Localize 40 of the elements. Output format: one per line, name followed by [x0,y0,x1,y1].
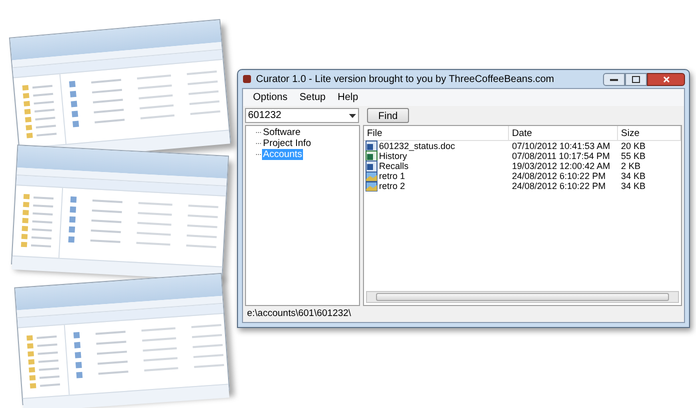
image-icon [365,170,378,182]
status-path: e:\accounts\601\601232\ [247,306,352,321]
date-cell-text: 24/08/2012 6:10:22 PM [511,171,607,181]
file-name: retro 1 [379,171,406,181]
document-icon [365,160,378,172]
size-cell-text: 20 KB [620,141,647,151]
file-name: Recalls [379,161,409,171]
date-cell-text: 24/08/2012 6:10:22 PM [511,181,607,191]
column-header[interactable]: Date [509,126,618,140]
tree-item[interactable]: Project Info [262,138,312,149]
search-combo-box[interactable]: 601232 [245,108,359,123]
window-title: Curator 1.0 - Lite version brought to you by ThreeCoffeeBeans.com [256,72,554,86]
maximize-icon [632,76,640,82]
file-name: History [379,151,408,161]
file-name: 601232_status.doc [379,141,456,151]
column-header[interactable]: Size [618,126,681,140]
menu-item[interactable]: Setup [299,90,326,105]
size-cell-text: 34 KB [620,171,647,181]
tree-item[interactable]: Software [262,127,302,138]
spreadsheet-icon [365,150,378,162]
find-button[interactable]: Find [367,108,409,123]
maximize-button[interactable] [625,72,647,86]
close-button[interactable] [647,72,685,86]
menu-item[interactable]: Help [338,90,358,105]
image-icon [365,180,378,192]
close-icon [662,76,670,82]
size-cell-text: 34 KB [620,181,647,191]
dropdown-icon [349,114,356,118]
date-cell-text: 07/10/2012 10:41:53 AM [511,141,612,151]
date-cell-text: 07/08/2011 10:17:54 PM [511,151,611,161]
document-icon [365,140,378,152]
app-logo-icon [242,74,252,84]
minimize-icon [610,78,618,80]
size-cell-text: 2 KB [620,161,642,171]
minimize-button[interactable] [603,72,625,86]
menu-item[interactable]: Options [253,90,288,105]
file-name: retro 2 [379,181,406,191]
date-cell-text: 19/03/2012 12:00:42 AM [511,161,612,171]
horizontal-scrollbar[interactable] [366,291,679,303]
size-cell-text: 55 KB [620,151,647,161]
